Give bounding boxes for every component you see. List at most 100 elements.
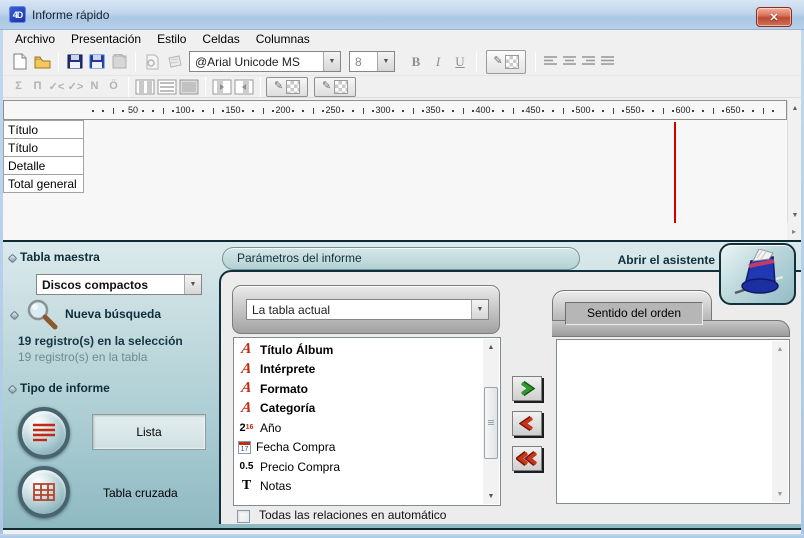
master-table-combobox[interactable]: Discos compactos ▼ bbox=[36, 274, 202, 295]
italic-button[interactable]: I bbox=[427, 54, 449, 70]
quick-report-window: 4D Informe rápido ✕ ArchivoPresentaciónE… bbox=[0, 0, 804, 538]
open-wizard-button[interactable] bbox=[719, 243, 796, 305]
revert-floppy-icon bbox=[111, 54, 128, 69]
scroll-up-icon[interactable]: ▲ bbox=[483, 339, 499, 355]
new-report-button[interactable] bbox=[9, 51, 31, 73]
select-rows-button[interactable] bbox=[156, 76, 178, 98]
integer-field-icon: 216 bbox=[238, 422, 255, 434]
select-columns-button[interactable] bbox=[134, 76, 156, 98]
fields-listbox[interactable]: ATítulo ÁlbumAIntérpreteAFormatoACategor… bbox=[233, 337, 501, 506]
text-color-button[interactable]: ✎ bbox=[486, 50, 526, 74]
table-select-dropdown-icon[interactable]: ▼ bbox=[471, 300, 488, 319]
ruler-dot bbox=[592, 110, 594, 112]
field-list-item[interactable]: 0.5Precio Compra bbox=[234, 457, 500, 477]
align-justify-button[interactable] bbox=[598, 53, 617, 71]
add-field-button[interactable] bbox=[512, 376, 542, 401]
remove-field-button[interactable] bbox=[512, 411, 542, 436]
cross-table-report-button[interactable] bbox=[18, 466, 70, 518]
red-left-chevron-icon bbox=[519, 416, 535, 431]
ruler-tick bbox=[213, 108, 214, 114]
underline-button[interactable]: U bbox=[449, 54, 471, 70]
title-bar[interactable]: 4D Informe rápido ✕ bbox=[0, 0, 804, 30]
revert-button[interactable] bbox=[108, 51, 130, 73]
open-wizard-label[interactable]: Abrir el asistente bbox=[503, 253, 715, 267]
std-deviation-icon[interactable]: Ö bbox=[104, 80, 123, 93]
report-design-area[interactable]: TítuloTítuloDetalleTotal general bbox=[3, 120, 787, 240]
table-select-combobox[interactable]: La tabla actual ▼ bbox=[246, 299, 489, 320]
alt-row-color-button[interactable]: ✎ bbox=[314, 77, 356, 97]
design-row-label[interactable]: Total general bbox=[3, 174, 84, 193]
font-dropdown-icon[interactable]: ▼ bbox=[323, 52, 340, 71]
minimum-icon[interactable]: ✓< bbox=[47, 80, 66, 93]
remove-all-fields-button[interactable] bbox=[512, 446, 542, 471]
menu-item-celdas[interactable]: Celdas bbox=[194, 30, 247, 48]
ruler-dot bbox=[692, 110, 694, 112]
open-report-button[interactable] bbox=[31, 51, 53, 73]
vertical-scrollbar[interactable]: ▲ ▼ bbox=[787, 100, 801, 223]
field-list-item[interactable]: ACategoría bbox=[234, 399, 500, 419]
scroll-down-icon[interactable]: ▼ bbox=[483, 488, 499, 504]
average-icon[interactable]: Π bbox=[28, 80, 47, 93]
maximum-icon[interactable]: ✓> bbox=[66, 80, 85, 93]
field-list-item[interactable]: AIntérprete bbox=[234, 360, 500, 380]
fields-scrollbar[interactable]: ▲ ▼ bbox=[483, 339, 499, 504]
align-left-button[interactable] bbox=[541, 53, 560, 71]
scroll-right-icon[interactable]: ▸ bbox=[787, 224, 801, 239]
menu-item-presentacion[interactable]: Presentación bbox=[63, 30, 149, 48]
sort-scrollbar[interactable]: ▲ ▼ bbox=[772, 341, 788, 502]
list-report-selected-label[interactable]: Lista bbox=[92, 414, 206, 450]
size-dropdown-icon[interactable]: ▼ bbox=[377, 52, 394, 71]
ruler-tick bbox=[763, 108, 764, 114]
sum-icon[interactable]: Σ bbox=[9, 80, 28, 93]
menu-item-estilo[interactable]: Estilo bbox=[149, 30, 194, 48]
menu-item-columnas[interactable]: Columnas bbox=[248, 30, 318, 48]
print-preview-button[interactable] bbox=[141, 51, 163, 73]
sort-order-listbox[interactable]: ▲ ▼ bbox=[556, 339, 790, 504]
cell-pattern-button[interactable] bbox=[178, 76, 200, 98]
auto-relations-checkbox[interactable] bbox=[237, 510, 250, 523]
design-row-label[interactable]: Título bbox=[3, 120, 84, 139]
field-label: Fecha Compra bbox=[256, 440, 335, 454]
font-name-value: @Arial Unicode MS bbox=[195, 55, 300, 69]
field-list-item[interactable]: 216Año bbox=[234, 418, 500, 438]
field-list-item[interactable]: TNotas bbox=[234, 477, 500, 497]
alt-background-color-button[interactable]: ✎ bbox=[266, 77, 308, 97]
scrollbar-thumb[interactable] bbox=[484, 387, 498, 459]
move-column-right-button[interactable] bbox=[233, 76, 255, 98]
operator-button-group: ΣΠ✓<✓>NÖ bbox=[9, 80, 123, 93]
master-table-label: Tabla maestra bbox=[20, 250, 100, 264]
master-table-value: Discos compactos bbox=[42, 278, 148, 292]
scroll-up-icon[interactable]: ▲ bbox=[788, 100, 802, 116]
font-size-value: 8 bbox=[355, 55, 362, 69]
master-table-dropdown-icon[interactable]: ▼ bbox=[184, 275, 201, 294]
save-button[interactable] bbox=[64, 51, 86, 73]
close-button[interactable]: ✕ bbox=[756, 7, 792, 27]
ruler-dot bbox=[292, 110, 294, 112]
font-size-combobox[interactable]: 8 ▼ bbox=[349, 51, 395, 72]
field-list-item[interactable]: AFormato bbox=[234, 379, 500, 399]
menu-item-archivo[interactable]: Archivo bbox=[7, 30, 63, 48]
move-column-left-button[interactable] bbox=[211, 76, 233, 98]
font-combobox[interactable]: @Arial Unicode MS ▼ bbox=[189, 51, 341, 72]
save-as-button[interactable] bbox=[86, 51, 108, 73]
align-center-button[interactable] bbox=[560, 53, 579, 71]
ruler-dot bbox=[102, 110, 104, 112]
design-row-label[interactable]: Detalle bbox=[3, 156, 84, 175]
ruler-dot bbox=[242, 110, 244, 112]
scroll-down-icon[interactable]: ▼ bbox=[772, 486, 788, 502]
magnifier-icon[interactable] bbox=[23, 296, 61, 334]
new-search-label[interactable]: Nueva búsqueda bbox=[65, 307, 161, 321]
scroll-down-icon[interactable]: ▼ bbox=[788, 207, 802, 223]
magician-hat-icon bbox=[729, 249, 787, 299]
align-right-button[interactable] bbox=[579, 53, 598, 71]
scroll-up-icon[interactable]: ▲ bbox=[772, 341, 788, 357]
diamond-bullet-icon bbox=[10, 311, 20, 321]
field-list-item[interactable]: ATítulo Álbum bbox=[234, 340, 500, 360]
field-list-item[interactable]: 17Fecha Compra bbox=[234, 438, 500, 458]
print-settings-button[interactable] bbox=[163, 51, 185, 73]
page-width-guide-line bbox=[674, 122, 676, 223]
bold-button[interactable]: B bbox=[405, 54, 427, 70]
design-row-label[interactable]: Título bbox=[3, 138, 84, 157]
list-report-button[interactable] bbox=[18, 407, 70, 459]
count-icon[interactable]: N bbox=[85, 80, 104, 93]
